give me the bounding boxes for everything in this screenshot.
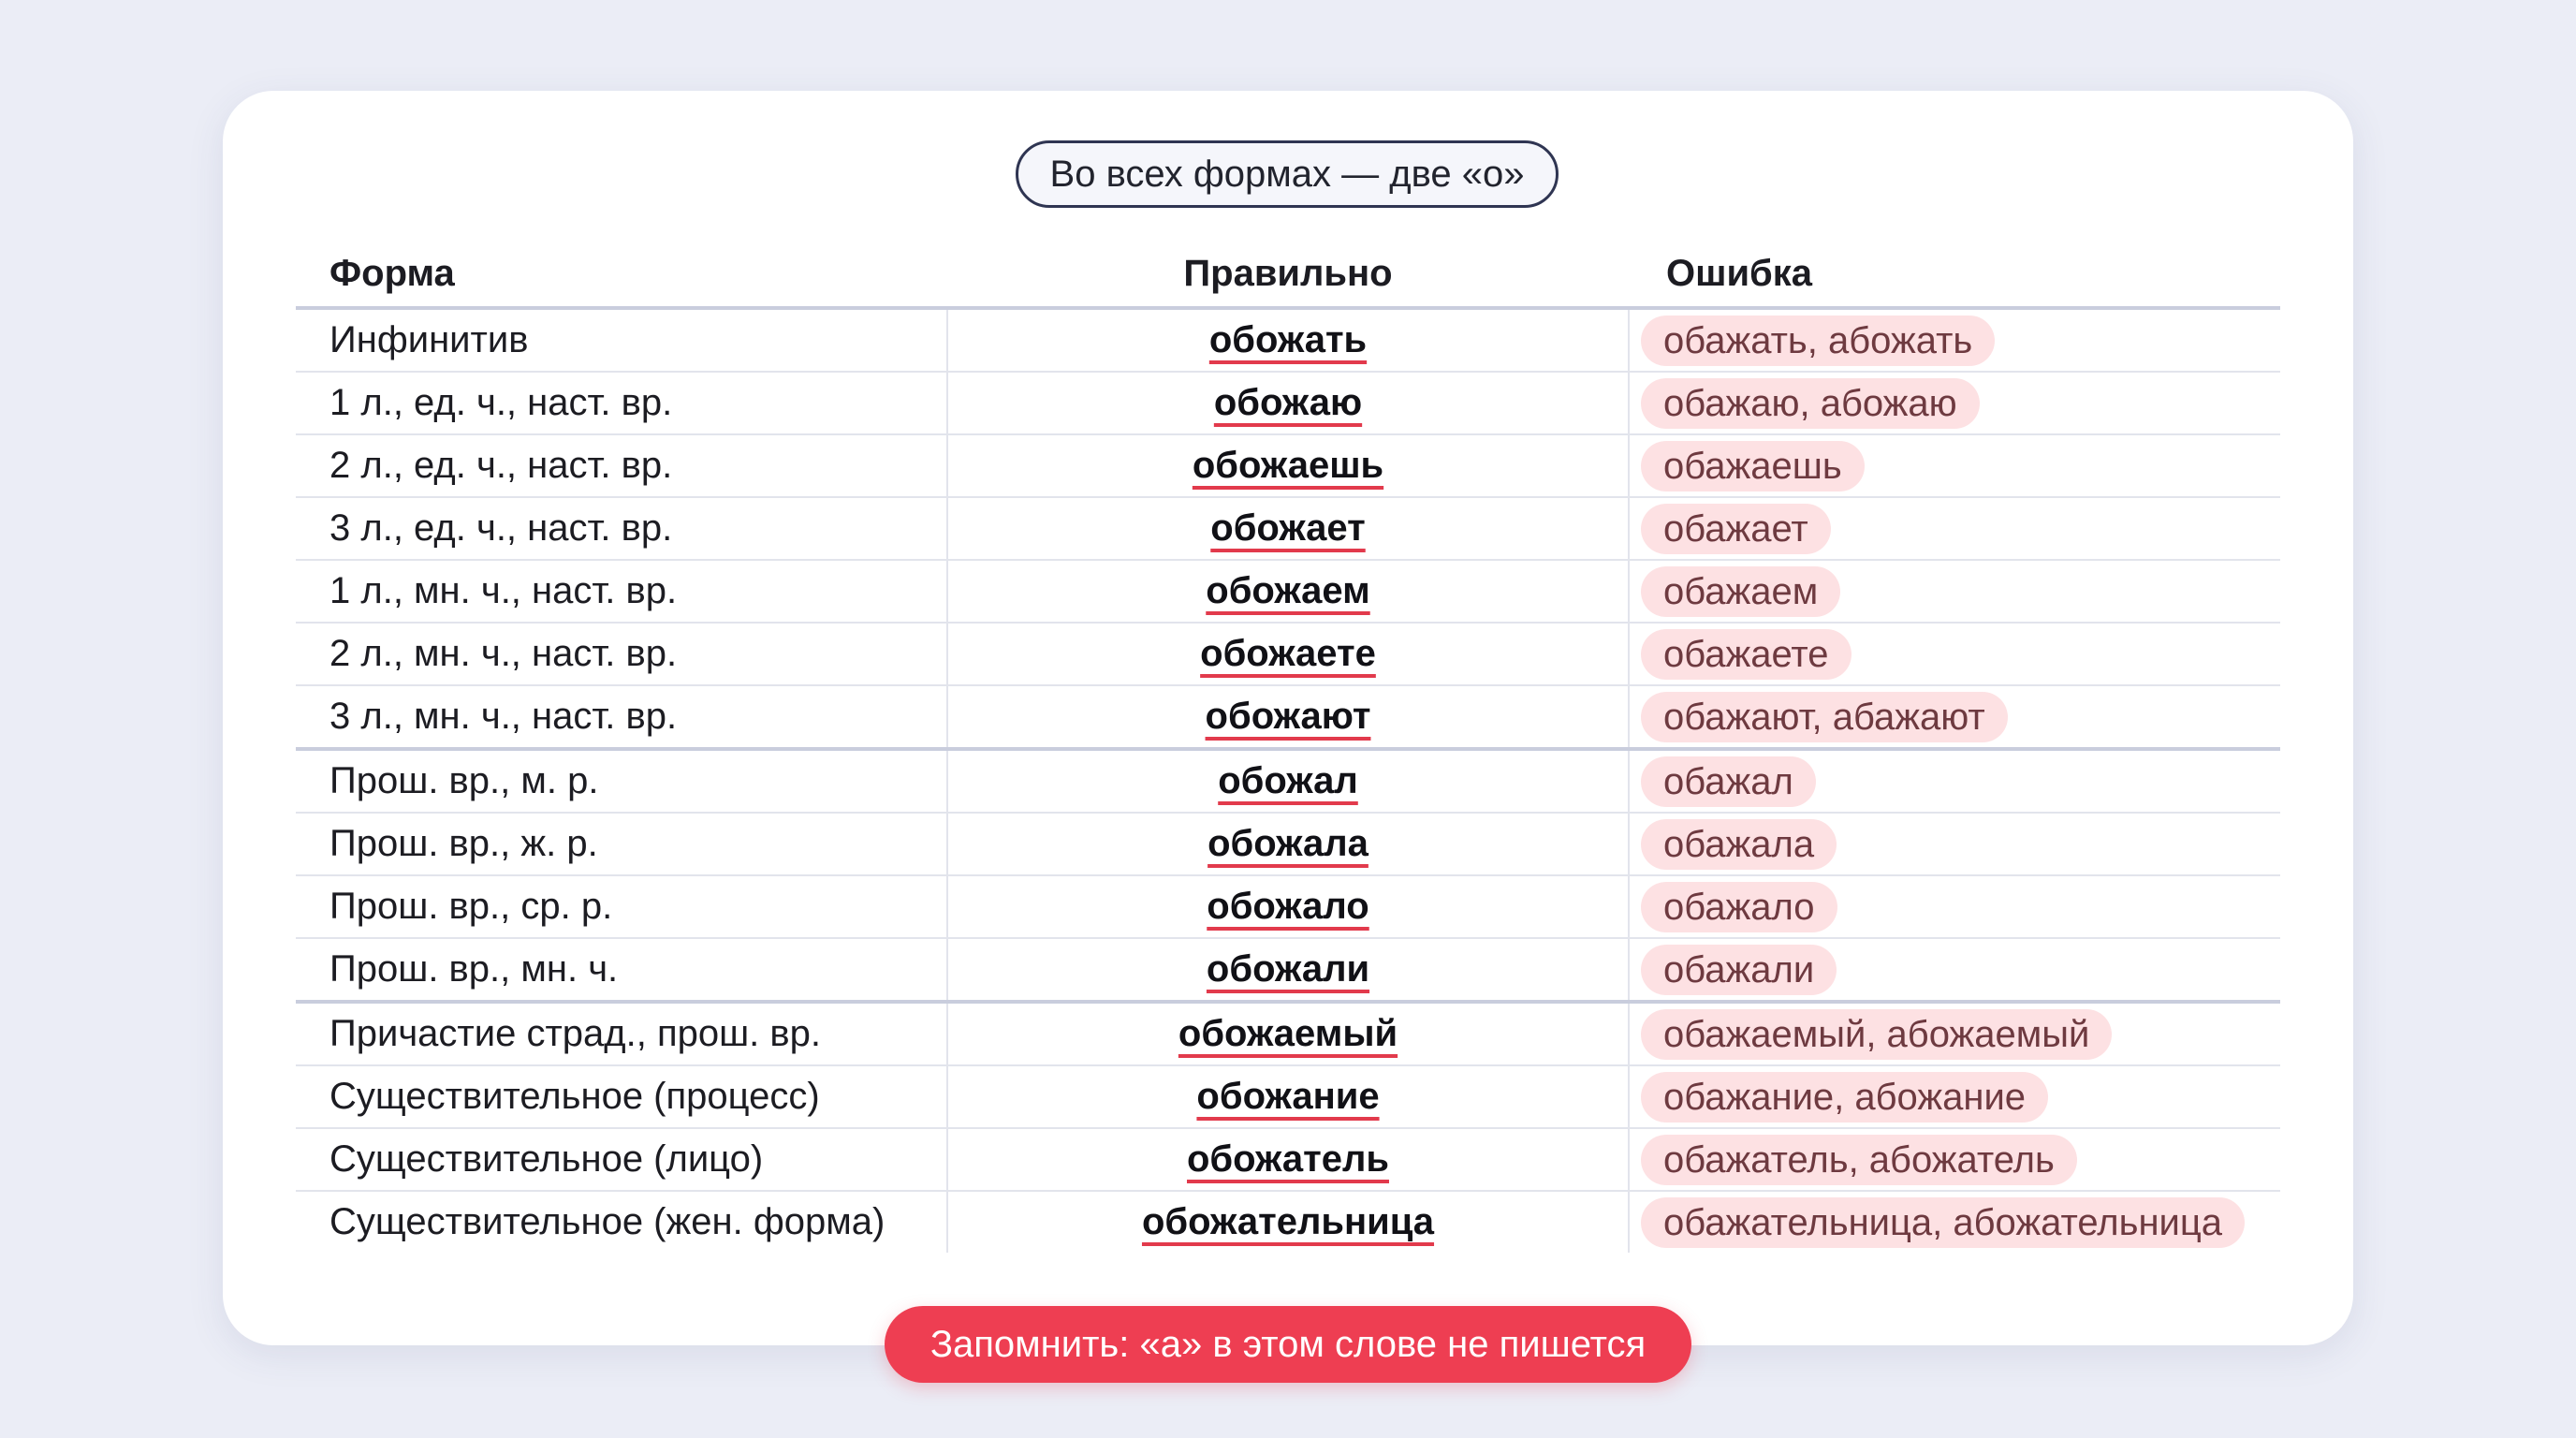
table-row: Существительное (лицо) обожатель обажате… bbox=[296, 1128, 2280, 1192]
correct-cell: обожательница bbox=[947, 1191, 1630, 1253]
correct-cell: обожали bbox=[947, 938, 1630, 1004]
wrong-spelling: обажание, абожание bbox=[1641, 1071, 2049, 1123]
rule-badge: Во всех формах — две «о» bbox=[1016, 140, 1559, 208]
wrong-spelling: обажаете bbox=[1641, 628, 1852, 680]
error-cell: обажание, абожание bbox=[1629, 1065, 2280, 1129]
table-row: Существительное (процесс) обожание обажа… bbox=[296, 1065, 2280, 1129]
table-row: Существительное (жен. форма) обожательни… bbox=[296, 1191, 2280, 1253]
form-cell: 1 л., ед. ч., наст. вр. bbox=[296, 372, 948, 435]
form-cell: Существительное (жен. форма) bbox=[296, 1191, 948, 1253]
correct-spelling: обожатель bbox=[1187, 1138, 1389, 1180]
column-header-correct: Правильно bbox=[947, 241, 1629, 310]
wrong-spelling: обажают, абажают bbox=[1641, 691, 2008, 742]
correct-spelling: обожаете bbox=[1200, 633, 1376, 674]
form-cell: 2 л., мн. ч., наст. вр. bbox=[296, 623, 948, 686]
form-cell: Прош. вр., м. р. bbox=[296, 749, 948, 814]
form-cell: 3 л., мн. ч., наст. вр. bbox=[296, 685, 948, 751]
table-row: Причастие страд., прош. вр. обожаемый об… bbox=[296, 1002, 2280, 1066]
form-cell: Причастие страд., прош. вр. bbox=[296, 1002, 948, 1066]
error-cell: обажала bbox=[1629, 813, 2280, 876]
table-row: Прош. вр., ж. р. обожала обажала bbox=[296, 813, 2280, 876]
error-cell: обажало bbox=[1629, 875, 2280, 939]
table-row: 3 л., мн. ч., наст. вр. обожают обажают,… bbox=[296, 685, 2280, 751]
correct-spelling: обожает bbox=[1210, 507, 1366, 549]
form-cell: Инфинитив bbox=[296, 308, 948, 373]
column-header-error: Ошибка bbox=[1629, 241, 2280, 310]
correct-spelling: обожаемый bbox=[1178, 1013, 1398, 1054]
table-row: 1 л., мн. ч., наст. вр. обожаем обажаем bbox=[296, 560, 2280, 624]
correct-cell: обожаю bbox=[947, 372, 1630, 435]
wrong-spelling: обажатель, абожатель bbox=[1641, 1134, 2077, 1185]
table-row: 3 л., ед. ч., наст. вр. обожает обажает bbox=[296, 497, 2280, 561]
table-row: Инфинитив обожать обажать, абожать bbox=[296, 308, 2280, 373]
correct-cell: обожала bbox=[947, 813, 1630, 876]
correct-spelling: обожало bbox=[1207, 886, 1369, 927]
wrong-spelling: обажаю, абожаю bbox=[1641, 377, 1980, 429]
form-cell: 1 л., мн. ч., наст. вр. bbox=[296, 560, 948, 624]
form-cell: Существительное (процесс) bbox=[296, 1065, 948, 1129]
error-cell: обажали bbox=[1629, 938, 2280, 1004]
form-cell: Прош. вр., ж. р. bbox=[296, 813, 948, 876]
column-header-form: Форма bbox=[296, 241, 947, 310]
correct-cell: обожаемый bbox=[947, 1002, 1630, 1066]
table-row: 1 л., ед. ч., наст. вр. обожаю обажаю, а… bbox=[296, 372, 2280, 435]
correct-spelling: обожали bbox=[1206, 948, 1370, 990]
error-cell: обажать, абожать bbox=[1629, 308, 2280, 373]
correct-cell: обожатель bbox=[947, 1128, 1630, 1192]
wrong-spelling: обажаешь bbox=[1641, 440, 1865, 492]
table-row: Прош. вр., м. р. обожал обажал bbox=[296, 749, 2280, 814]
wrong-spelling: обажал bbox=[1641, 756, 1816, 807]
error-cell: обажаем bbox=[1629, 560, 2280, 624]
correct-spelling: обожать bbox=[1208, 319, 1368, 360]
reminder-banner: Запомнить: «а» в этом слове не пишется bbox=[885, 1306, 1691, 1383]
form-cell: Прош. вр., ср. р. bbox=[296, 875, 948, 939]
error-cell: обажают, абажают bbox=[1629, 685, 2280, 751]
table-row: Прош. вр., ср. р. обожало обажало bbox=[296, 875, 2280, 939]
form-cell: Существительное (лицо) bbox=[296, 1128, 948, 1192]
correct-cell: обожаешь bbox=[947, 434, 1630, 498]
error-cell: обажаешь bbox=[1629, 434, 2280, 498]
wrong-spelling: обажаем bbox=[1641, 565, 1841, 617]
form-cell: 3 л., ед. ч., наст. вр. bbox=[296, 497, 948, 561]
error-cell: обажаю, абожаю bbox=[1629, 372, 2280, 435]
correct-spelling: обожают bbox=[1205, 696, 1371, 737]
form-cell: Прош. вр., мн. ч. bbox=[296, 938, 948, 1004]
correct-spelling: обожаешь bbox=[1192, 445, 1384, 486]
wrong-spelling: обажательница, абожательница bbox=[1641, 1196, 2246, 1248]
correct-cell: обожание bbox=[947, 1065, 1630, 1129]
correct-spelling: обожал bbox=[1218, 760, 1358, 801]
wrong-spelling: обажали bbox=[1641, 944, 1837, 995]
wrong-spelling: обажать, абожать bbox=[1641, 315, 1996, 366]
correct-cell: обожают bbox=[947, 685, 1630, 751]
correct-cell: обожало bbox=[947, 875, 1630, 939]
error-cell: обажаете bbox=[1629, 623, 2280, 686]
correct-spelling: обожала bbox=[1208, 823, 1368, 864]
table-row: Прош. вр., мн. ч. обожали обажали bbox=[296, 938, 2280, 1004]
correct-spelling: обожательница bbox=[1141, 1201, 1435, 1242]
correct-spelling: обожаю bbox=[1213, 382, 1363, 423]
correct-cell: обожал bbox=[947, 749, 1630, 814]
wrong-spelling: обажает bbox=[1641, 503, 1831, 554]
correct-cell: обожает bbox=[947, 497, 1630, 561]
table-row: 2 л., мн. ч., наст. вр. обожаете обажает… bbox=[296, 623, 2280, 686]
table-row: 2 л., ед. ч., наст. вр. обожаешь обажаеш… bbox=[296, 434, 2280, 498]
error-cell: обажательница, абожательница bbox=[1629, 1191, 2280, 1253]
word-forms-table: Форма Правильно Ошибка Инфинитив обожать… bbox=[296, 241, 2280, 1253]
error-cell: обажатель, абожатель bbox=[1629, 1128, 2280, 1192]
correct-spelling: обожание bbox=[1196, 1076, 1380, 1117]
table-header-row: Форма Правильно Ошибка bbox=[296, 241, 2280, 310]
correct-cell: обожаете bbox=[947, 623, 1630, 686]
wrong-spelling: обажаемый, абожаемый bbox=[1641, 1008, 2113, 1060]
error-cell: обажаемый, абожаемый bbox=[1629, 1002, 2280, 1066]
wrong-spelling: обажало bbox=[1641, 881, 1837, 932]
correct-cell: обожаем bbox=[947, 560, 1630, 624]
correct-spelling: обожаем bbox=[1206, 570, 1370, 611]
form-cell: 2 л., ед. ч., наст. вр. bbox=[296, 434, 948, 498]
wrong-spelling: обажала bbox=[1641, 818, 1837, 870]
error-cell: обажает bbox=[1629, 497, 2280, 561]
correct-cell: обожать bbox=[947, 308, 1630, 373]
error-cell: обажал bbox=[1629, 749, 2280, 814]
